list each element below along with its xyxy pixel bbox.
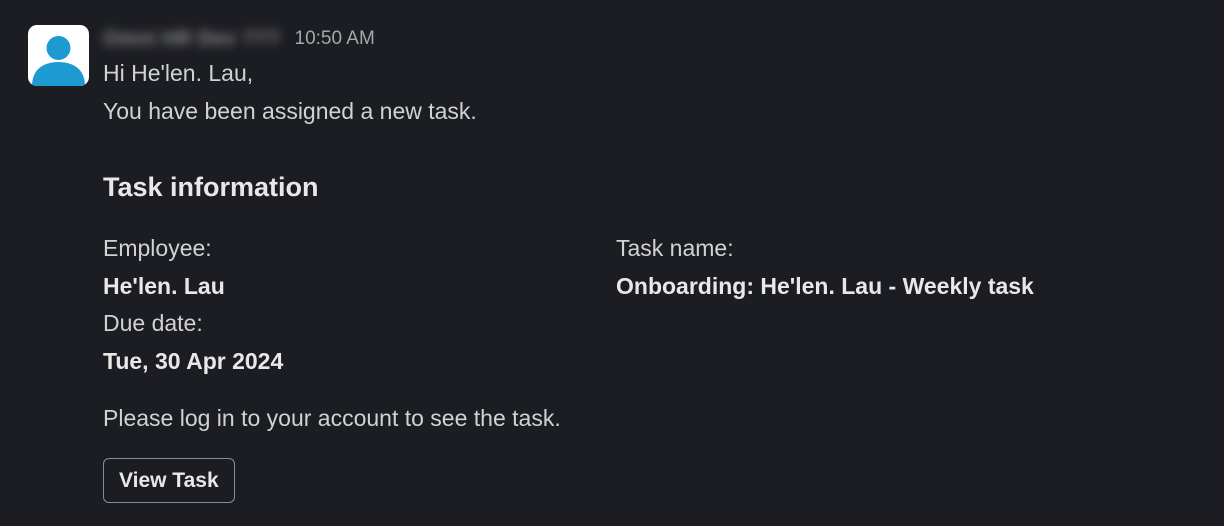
employee-value: He'len. Lau: [103, 273, 225, 299]
section-title: Task information: [103, 172, 319, 202]
due-date-label: Due date:: [103, 310, 203, 336]
message-header: Omni HR Dev ??? 10:50 AM: [103, 24, 375, 54]
employee-label: Employee:: [103, 235, 212, 261]
intro-text: You have been assigned a new task.: [103, 98, 477, 124]
due-date-value: Tue, 30 Apr 2024: [103, 348, 284, 374]
greeting: Hi He'len. Lau,: [103, 60, 254, 86]
task-name-label: Task name:: [616, 235, 734, 261]
timestamp[interactable]: 10:50 AM: [295, 28, 375, 50]
sender-name[interactable]: Omni HR Dev ???: [103, 28, 281, 51]
user-icon: [32, 36, 85, 86]
footer-note: Please log in to your account to see the…: [103, 405, 561, 431]
task-name-value: Onboarding: He'len. Lau - Weekly task: [616, 273, 1034, 299]
avatar[interactable]: [28, 25, 89, 86]
message: Omni HR Dev ??? 10:50 AM Hi He'len. Lau,…: [0, 0, 1224, 526]
view-task-button[interactable]: View Task: [103, 458, 235, 503]
